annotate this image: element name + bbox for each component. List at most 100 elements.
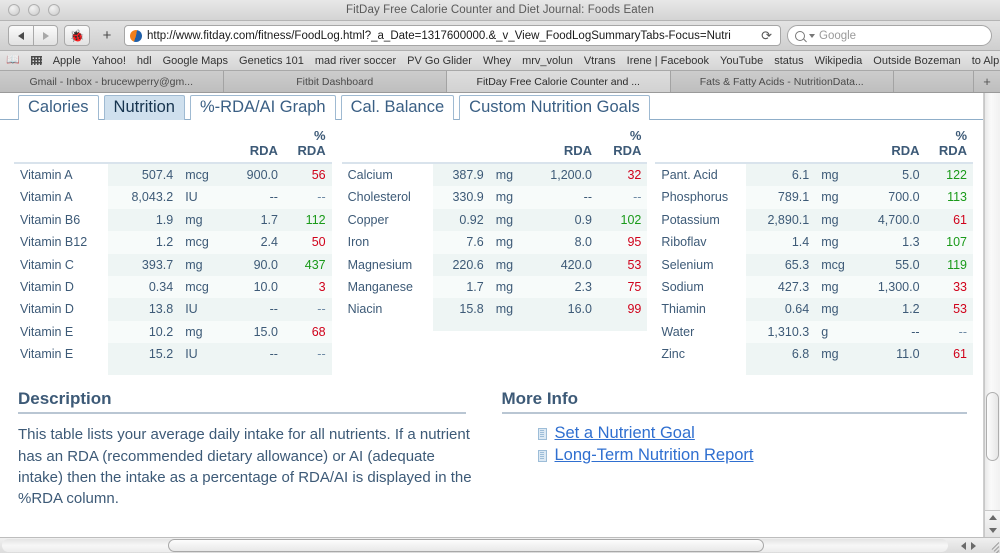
zoom-button[interactable] — [48, 4, 60, 16]
nutrient-name: Water — [661, 324, 695, 339]
nutrient-unit: mcg — [815, 253, 859, 276]
document-icon — [537, 449, 547, 462]
nutrient-amount: 507.4 — [108, 163, 180, 187]
back-button[interactable] — [8, 25, 33, 46]
browser-tab-gmail[interactable]: Gmail - Inbox - brucewperry@gm... — [0, 71, 224, 92]
reload-icon[interactable]: ⟳ — [758, 28, 775, 44]
browser-tab-nutritiondata[interactable]: Fats & Fatty Acids - NutritionData... — [670, 71, 894, 92]
bug-report-button[interactable]: 🐞 — [64, 25, 90, 46]
bookmark-yahoo[interactable]: Yahoo! — [92, 55, 126, 67]
nutrient-amount: 1.9 — [108, 208, 180, 232]
tab-cal-balance[interactable]: Cal. Balance — [340, 95, 455, 120]
nutrient-amount: 10.2 — [108, 320, 180, 343]
nutrient-unit: mg — [489, 231, 528, 254]
search-field[interactable]: Google — [787, 25, 992, 46]
bookmark-google-maps[interactable]: Google Maps — [163, 55, 228, 67]
tab-calories[interactable]: Calories — [18, 95, 99, 120]
back-arrow-icon — [18, 31, 24, 40]
scroll-left-arrow-icon[interactable] — [960, 541, 966, 550]
nutrient-unit: mg — [489, 163, 528, 187]
scroll-up-arrow-icon[interactable] — [988, 515, 997, 520]
nutrient-rda: 2.3 — [527, 275, 598, 299]
nutrient-rda: 11.0 — [858, 343, 926, 366]
nutrient-rda: 55.0 — [858, 253, 926, 276]
column-header-unit — [179, 126, 223, 164]
nutrient-unit: mg — [489, 208, 528, 232]
nutrient-amount: 6.8 — [746, 343, 816, 366]
nutrient-name: Magnesium — [347, 257, 413, 272]
horizontal-scroll-arrows[interactable] — [950, 541, 986, 550]
page-viewport: Calories Nutrition %-RDA/AI Graph Cal. B… — [0, 93, 1000, 537]
nutrient-rda: 90.0 — [222, 253, 284, 276]
vertical-scroll-track[interactable] — [985, 102, 1000, 510]
nutrient-amount: 387.9 — [432, 163, 490, 187]
table-row: Zinc 6.8 mg 11.0 61 — [655, 343, 973, 366]
bookmark-irene-facebook[interactable]: Irene | Facebook — [627, 55, 709, 67]
bookmark-youtube[interactable]: YouTube — [720, 55, 763, 67]
bookmark-mrv-volun[interactable]: mrv_volun — [522, 55, 573, 67]
more-info-link-row: Long-Term Nutrition Report — [537, 446, 968, 465]
navigation-buttons — [8, 25, 58, 46]
close-button[interactable] — [8, 4, 20, 16]
bookmark-outside-bozeman[interactable]: Outside Bozeman — [873, 55, 960, 67]
link-long-term-nutrition-report[interactable]: Long-Term Nutrition Report — [555, 446, 754, 465]
tab-nutrition[interactable]: Nutrition — [103, 95, 185, 120]
horizontal-scroll-track[interactable] — [2, 539, 948, 552]
bookmark-hdl[interactable]: hdl — [137, 55, 152, 67]
nutrient-unit: mg — [815, 208, 859, 232]
forward-button[interactable] — [33, 25, 58, 46]
horizontal-scroll-thumb[interactable] — [167, 539, 764, 552]
scroll-right-arrow-icon[interactable] — [970, 541, 976, 550]
nutrient-amount: 15.2 — [108, 343, 180, 366]
bookmark-status[interactable]: status — [774, 55, 803, 67]
nutrient-rda: -- — [222, 186, 284, 209]
bookmark-mad-river-soccer[interactable]: mad river soccer — [315, 55, 396, 67]
table-row: Vitamin B6 1.9 mg 1.7 112 — [14, 208, 332, 232]
more-info-heading: More Info — [501, 389, 967, 415]
vertical-scroll-thumb[interactable] — [986, 391, 999, 462]
nutrient-amount: 15.8 — [432, 298, 490, 321]
vertical-scroll-arrows[interactable] — [985, 510, 1000, 537]
table-row: Vitamin D 0.34 mcg 10.0 3 — [14, 275, 332, 299]
nutrient-rda: 4,700.0 — [858, 208, 926, 232]
browser-tab-fitday[interactable]: FitDay Free Calorie Counter and ... — [447, 71, 671, 92]
forward-arrow-icon — [42, 31, 49, 40]
bookmark-whey[interactable]: Whey — [483, 55, 511, 67]
grid-icon[interactable] — [30, 56, 42, 65]
nutrient-pct-rda: 102 — [597, 208, 648, 232]
nutrient-pct-rda: 99 — [597, 298, 648, 321]
minimize-button[interactable] — [28, 4, 40, 16]
tab-custom-nutrition-goals[interactable]: Custom Nutrition Goals — [459, 95, 650, 120]
scroll-down-arrow-icon[interactable] — [988, 528, 997, 533]
window-resize-grip[interactable] — [986, 539, 1000, 553]
nutrient-name: Calcium — [347, 168, 393, 182]
bookmark-pv-go-glider[interactable]: PV Go Glider — [407, 55, 472, 67]
nutrient-unit: mg — [815, 343, 859, 366]
column-header-rda: RDA — [527, 126, 598, 164]
nutrient-unit: IU — [179, 186, 223, 209]
address-bar[interactable]: http://www.fitday.com/fitness/FoodLog.ht… — [124, 25, 781, 46]
bookmark-apple[interactable]: Apple — [53, 55, 81, 67]
link-set-a-nutrient-goal[interactable]: Set a Nutrient Goal — [555, 424, 695, 443]
new-tab-button[interactable]: + — [974, 71, 1000, 92]
nutrient-pct-rda: 437 — [283, 253, 332, 276]
add-bookmark-button[interactable]: + — [96, 25, 118, 46]
tab-rda-ai-graph[interactable]: %-RDA/AI Graph — [189, 95, 336, 120]
nutrient-amount: 220.6 — [432, 253, 490, 276]
browser-tab-fitbit[interactable]: Fitbit Dashboard — [223, 71, 447, 92]
nutrient-table-minerals-a: RDA % RDA Calcium 387.9 mg 1,200.0 32 Choles… — [341, 126, 648, 331]
bookmark-genetics-101[interactable]: Genetics 101 — [239, 55, 304, 67]
nutrient-amount: 1.2 — [108, 231, 180, 254]
nutrient-unit: mg — [489, 186, 528, 209]
nutrient-unit: mg — [815, 163, 859, 187]
bookmark-to-alp-ascen[interactable]: to Alp Ascen — [972, 55, 1000, 67]
book-icon[interactable]: 📖 — [6, 55, 20, 66]
column-header-name — [655, 126, 747, 164]
vertical-scrollbar[interactable] — [984, 93, 1000, 537]
nutrient-name: Vitamin B12 — [20, 235, 88, 250]
nutrient-pct-rda: -- — [597, 186, 648, 209]
horizontal-scrollbar[interactable] — [0, 537, 1000, 553]
bookmark-wikipedia[interactable]: Wikipedia — [815, 55, 863, 67]
nutrient-amount: 0.92 — [432, 208, 490, 232]
bookmark-vtrans[interactable]: Vtrans — [584, 55, 616, 67]
